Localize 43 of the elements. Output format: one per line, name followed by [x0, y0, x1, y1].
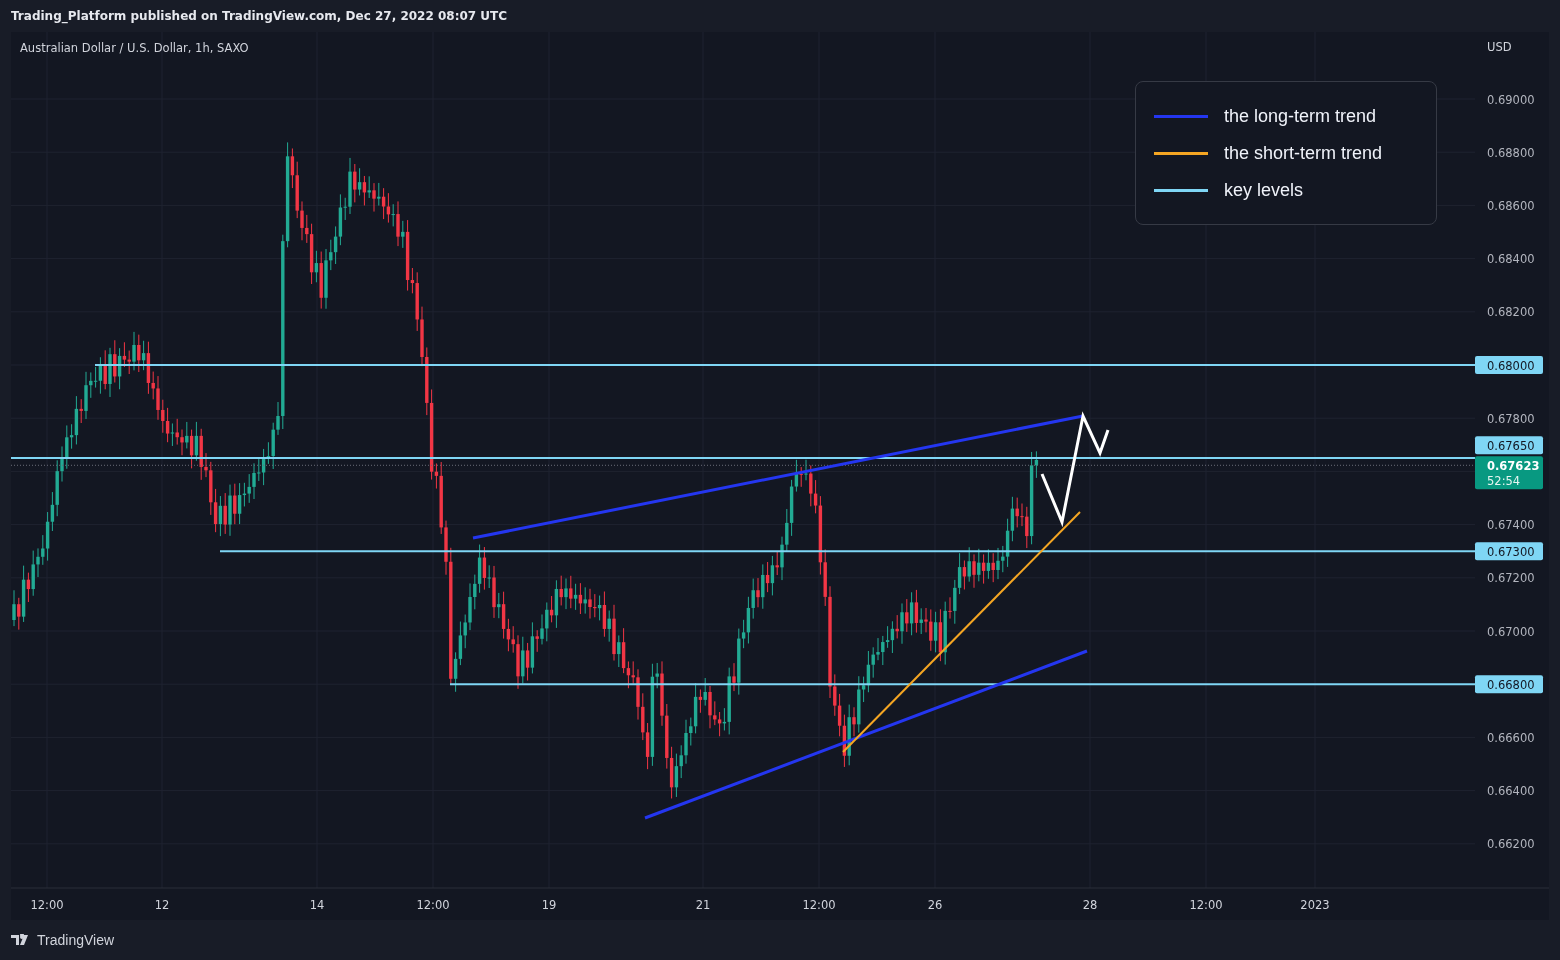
time-tick: 12 — [154, 898, 170, 912]
time-tick: 12:00 — [1189, 898, 1223, 912]
brand-name[interactable]: TradingView — [37, 932, 115, 948]
time-tick: 12:00 — [30, 898, 64, 912]
bar-countdown: 52:54 — [1487, 474, 1521, 489]
time-tick: 19 — [541, 898, 557, 912]
legend-label: key levels — [1224, 179, 1304, 201]
price-tick: 0.68800 — [1487, 145, 1535, 160]
current-price-label — [1475, 456, 1543, 490]
current-price: 0.67623 — [1487, 459, 1540, 474]
level-price-label: 0.66800 — [1475, 675, 1543, 694]
time-tick: 12:00 — [416, 898, 450, 912]
level-price-label: 0.67650 — [1475, 436, 1543, 455]
key-level-line[interactable] — [219, 550, 1476, 553]
publish-info: Trading_Platform published on TradingView.com, Dec 27, 2022 08:07 UTC — [11, 9, 508, 23]
price-tick: 0.68600 — [1487, 198, 1535, 213]
trend-line[interactable] — [472, 414, 1084, 540]
price-tick: 0.67000 — [1487, 624, 1535, 639]
symbol-title: Australian Dollar / U.S. Dollar, 1h, SAXO — [20, 41, 249, 55]
price-tick: 0.67200 — [1487, 571, 1535, 586]
trend-line[interactable] — [842, 511, 1081, 753]
time-tick: 2023 — [1300, 898, 1330, 912]
level-price-label: 0.67300 — [1475, 542, 1543, 561]
time-tick: 21 — [695, 898, 711, 912]
price-tick: 0.68400 — [1487, 252, 1535, 267]
trend-line[interactable] — [644, 649, 1088, 820]
currency-label: USD — [1487, 40, 1512, 54]
price-tick: 0.68200 — [1487, 305, 1535, 320]
key-level-line[interactable] — [11, 457, 1476, 460]
time-tick: 28 — [1082, 898, 1098, 912]
price-tick: 0.69000 — [1487, 92, 1535, 107]
level-price-label: 0.68000 — [1475, 356, 1543, 374]
price-tick: 0.67800 — [1487, 411, 1535, 426]
price-tick: 0.67400 — [1487, 518, 1535, 533]
time-tick: 14 — [309, 898, 325, 912]
time-tick: 26 — [927, 898, 943, 912]
price-tick: 0.66400 — [1487, 784, 1535, 799]
price-tick: 0.66200 — [1487, 837, 1535, 852]
price-tick: 0.66600 — [1487, 730, 1535, 745]
key-level-line[interactable] — [449, 683, 1476, 686]
legend-label: the short-term trend — [1224, 142, 1383, 164]
legend-label: the long-term trend — [1224, 105, 1377, 127]
time-tick: 12:00 — [802, 898, 836, 912]
